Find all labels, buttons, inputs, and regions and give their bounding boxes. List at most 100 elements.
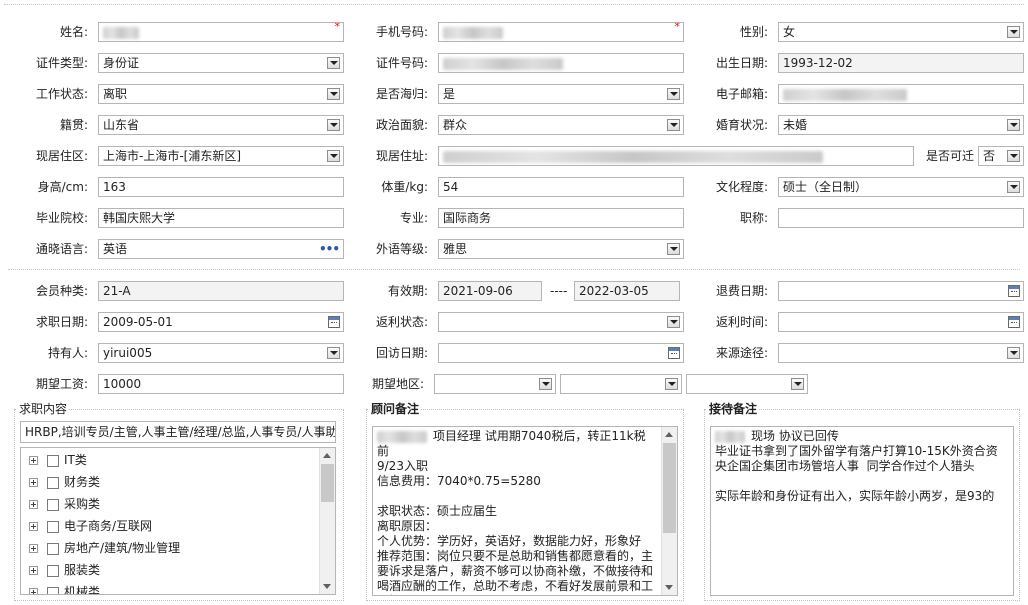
- jobdate-value: 2009-05-01: [103, 315, 173, 329]
- overseas-select[interactable]: 是: [438, 84, 684, 104]
- calendar-icon[interactable]: [668, 347, 680, 359]
- chevron-down-icon[interactable]: [327, 150, 340, 162]
- refund-date-field[interactable]: [778, 281, 1024, 301]
- scroll-down-icon[interactable]: [665, 585, 673, 590]
- reception-notes-textarea[interactable]: 现场 协议已回传 毕业证书拿到了国外留学有落户打算10-15K外资合资央企国企集…: [710, 426, 1014, 596]
- idno-field[interactable]: [438, 53, 684, 73]
- tree-checkbox[interactable]: [47, 586, 59, 594]
- chevron-down-icon[interactable]: [665, 378, 678, 390]
- scroll-up-icon[interactable]: [665, 432, 673, 437]
- tree-checkbox[interactable]: [47, 498, 59, 511]
- scroll-thumb[interactable]: [663, 443, 676, 533]
- tree-item[interactable]: 房地产/建筑/物业管理: [29, 539, 180, 557]
- foreign-level-select[interactable]: 雅思: [438, 239, 684, 259]
- expand-icon[interactable]: [29, 588, 38, 594]
- expand-icon[interactable]: [29, 500, 38, 509]
- tree-item[interactable]: 财务类: [29, 473, 100, 491]
- calendar-icon[interactable]: [1008, 285, 1020, 297]
- salary-field[interactable]: 10000: [98, 374, 344, 394]
- holder-select[interactable]: yirui005: [98, 343, 344, 363]
- chevron-down-icon[interactable]: [667, 243, 680, 255]
- chevron-down-icon[interactable]: [1007, 150, 1020, 162]
- name-label: 姓名:: [59, 25, 88, 39]
- chevron-down-icon[interactable]: [667, 316, 680, 328]
- chevron-down-icon[interactable]: [667, 88, 680, 100]
- scroll-up-icon[interactable]: [323, 453, 331, 458]
- expand-icon[interactable]: [29, 544, 38, 553]
- scroll-thumb[interactable]: [321, 464, 334, 502]
- workstatus-select[interactable]: 离职: [98, 84, 344, 104]
- calendar-icon[interactable]: [328, 316, 340, 328]
- advisor-notes-text: 项目经理 试用期7040税后，转正11k税前 9/23入职 信息费用：7040*…: [377, 429, 654, 595]
- more-options-icon[interactable]: •••: [319, 243, 340, 255]
- source-select[interactable]: [778, 343, 1024, 363]
- phone-field[interactable]: *: [438, 22, 684, 42]
- tree-item[interactable]: 电子商务/互联网: [29, 517, 152, 535]
- advisor-notes-scrollbar[interactable]: [661, 427, 677, 595]
- foreign-level-value: 雅思: [443, 242, 468, 256]
- tree-item[interactable]: 机械类: [29, 583, 100, 594]
- address-field[interactable]: [438, 146, 914, 166]
- expand-icon[interactable]: [29, 478, 38, 487]
- title-field[interactable]: [778, 208, 1024, 228]
- tree-item[interactable]: 采购类: [29, 495, 100, 513]
- chevron-down-icon[interactable]: [667, 119, 680, 131]
- jobdate-field[interactable]: 2009-05-01: [98, 312, 344, 332]
- residence-area-select[interactable]: 上海市-上海市-[浦东新区]: [98, 146, 344, 166]
- overseas-label: 是否海归:: [375, 87, 428, 101]
- school-field[interactable]: 韩国庆熙大学: [98, 208, 344, 228]
- advisor-notes-textarea[interactable]: 项目经理 试用期7040税后，转正11k税前 9/23入职 信息费用：7040*…: [372, 426, 678, 596]
- chevron-down-icon[interactable]: [539, 378, 552, 390]
- chevron-down-icon[interactable]: [327, 119, 340, 131]
- required-mark: *: [334, 22, 341, 33]
- major-field[interactable]: 国际商务: [438, 208, 684, 228]
- idtype-select[interactable]: 身份证: [98, 53, 344, 73]
- chevron-down-icon[interactable]: [327, 88, 340, 100]
- tree-checkbox[interactable]: [47, 542, 59, 555]
- tree-item[interactable]: 服装类: [29, 561, 100, 579]
- expand-icon[interactable]: [29, 566, 38, 575]
- relocate-select[interactable]: 否: [978, 146, 1024, 166]
- region-label: 期望地区:: [371, 377, 424, 391]
- chevron-down-icon[interactable]: [1007, 181, 1020, 193]
- visit-date-field[interactable]: [438, 343, 684, 363]
- tree-item[interactable]: IT类: [29, 451, 87, 469]
- tree-item-label: 服装类: [64, 563, 101, 577]
- marital-value: 未婚: [783, 118, 808, 132]
- chevron-down-icon[interactable]: [327, 57, 340, 69]
- tree-checkbox[interactable]: [47, 454, 59, 467]
- gender-select[interactable]: 女: [778, 22, 1024, 42]
- rebate-time-field[interactable]: [778, 312, 1024, 332]
- rebate-status-select[interactable]: [438, 312, 684, 332]
- workstatus-value: 离职: [103, 87, 128, 101]
- height-field[interactable]: 163: [98, 177, 344, 197]
- education-select[interactable]: 硕士（全日制）: [778, 177, 1024, 197]
- political-select[interactable]: 群众: [438, 115, 684, 135]
- name-field[interactable]: *: [98, 22, 344, 42]
- birth-label: 出生日期:: [715, 56, 768, 70]
- expand-icon[interactable]: [29, 522, 38, 531]
- member-type-label: 会员种类:: [35, 284, 88, 298]
- weight-field[interactable]: 54: [438, 177, 684, 197]
- calendar-icon[interactable]: [1008, 316, 1020, 328]
- chevron-down-icon[interactable]: [1007, 119, 1020, 131]
- email-field[interactable]: [778, 84, 1024, 104]
- expand-icon[interactable]: [29, 456, 38, 465]
- political-value: 群众: [443, 118, 468, 132]
- native-select[interactable]: 山东省: [98, 115, 344, 135]
- positions-field[interactable]: HRBP,培训专员/主管,人事主管/经理/总监,人事专员/人事助: [20, 421, 336, 443]
- chevron-down-icon[interactable]: [327, 347, 340, 359]
- chevron-down-icon[interactable]: [1007, 26, 1020, 38]
- scroll-down-icon[interactable]: [323, 584, 331, 589]
- chevron-down-icon[interactable]: [1007, 347, 1020, 359]
- tree-checkbox[interactable]: [47, 476, 59, 489]
- marital-select[interactable]: 未婚: [778, 115, 1024, 135]
- tree-scrollbar[interactable]: [319, 448, 335, 594]
- tree-checkbox[interactable]: [47, 520, 59, 533]
- region-city-select[interactable]: [560, 374, 682, 394]
- tree-checkbox[interactable]: [47, 564, 59, 577]
- language-field[interactable]: 英语 •••: [98, 239, 344, 259]
- region-province-select[interactable]: [434, 374, 556, 394]
- region-district-select[interactable]: [686, 374, 808, 394]
- chevron-down-icon[interactable]: [791, 378, 804, 390]
